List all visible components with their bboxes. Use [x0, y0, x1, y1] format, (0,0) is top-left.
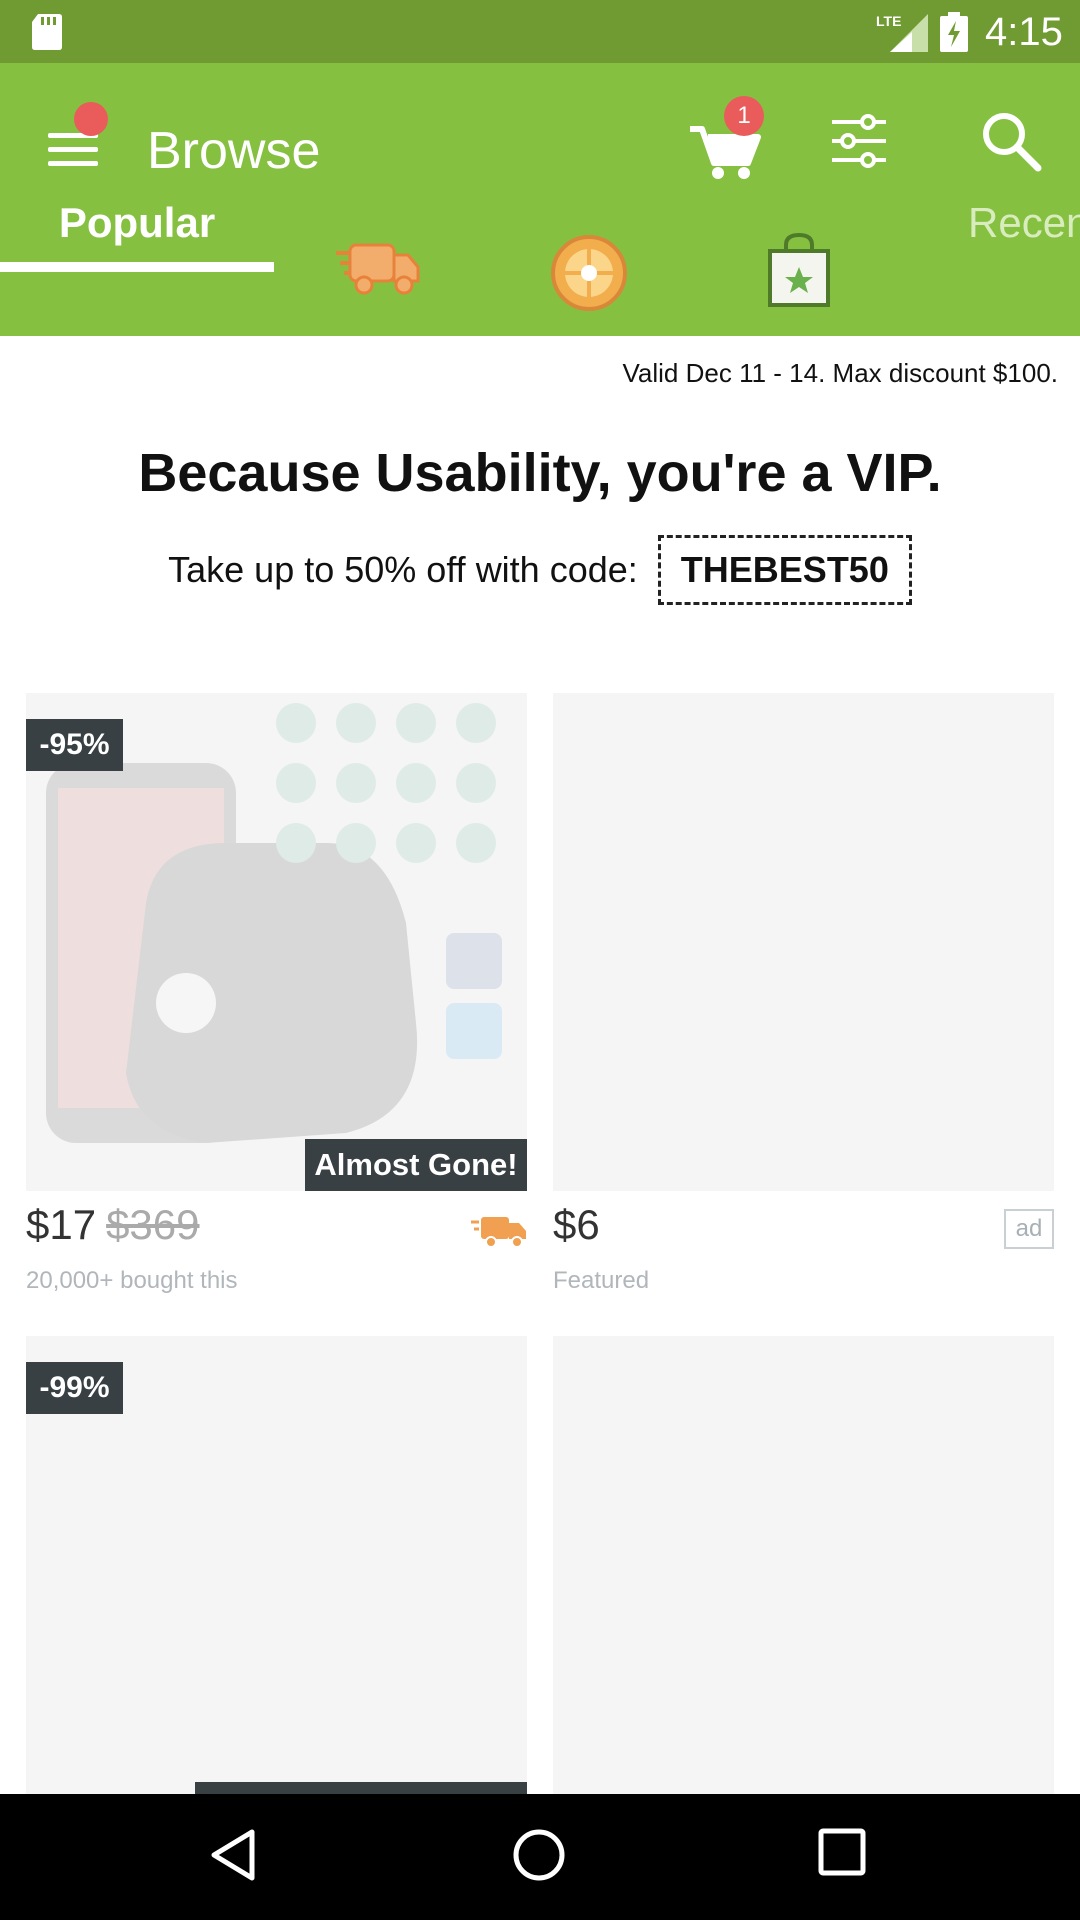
sd-card-icon — [32, 14, 62, 50]
price: $17 $369 — [26, 1201, 200, 1249]
filter-icon[interactable] — [826, 108, 892, 174]
search-icon[interactable] — [976, 106, 1046, 176]
ad-label: ad — [1004, 1209, 1054, 1249]
status-bar: LTE 4:15 — [0, 0, 1080, 63]
purchase-count: 20,000+ bought this — [26, 1267, 238, 1294]
promo-validity: Valid Dec 11 - 14. Max discount $100. — [622, 358, 1059, 388]
almost-gone-badge: Almost Gone! — [305, 1139, 527, 1191]
delivery-truck-icon[interactable] — [336, 233, 422, 303]
fast-shipping-truck-icon — [471, 1217, 526, 1248]
shopping-bag-star-icon[interactable] — [766, 233, 832, 309]
price-row: $6 ad — [553, 1193, 1054, 1259]
product-image[interactable] — [553, 693, 1054, 1191]
promo-code[interactable]: THEBEST50 — [657, 535, 912, 606]
featured-label: Featured — [553, 1267, 650, 1294]
clock: 4:15 — [985, 10, 1063, 54]
product-image[interactable]: -99% — [26, 1336, 527, 1794]
current-price: $17 — [26, 1201, 97, 1248]
price-row: $17 $369 — [26, 1193, 527, 1259]
svg-text:LTE: LTE — [876, 13, 901, 29]
original-price: $369 — [106, 1201, 200, 1248]
battery-charging-icon — [940, 12, 968, 52]
product-card[interactable]: -99% — [26, 1336, 527, 1794]
discount-badge: -99% — [26, 1362, 123, 1414]
prize-wheel-icon[interactable] — [549, 233, 629, 313]
tab-indicator — [0, 262, 274, 272]
cart-count-badge: 1 — [724, 96, 764, 136]
recents-icon[interactable] — [818, 1828, 866, 1876]
lte-signal-icon: LTE — [876, 13, 928, 52]
current-price: $6 — [553, 1201, 600, 1248]
promo-line: Take up to 50% off with code: THEBEST50 — [0, 533, 1080, 606]
back-icon[interactable] — [210, 1828, 256, 1882]
tab-recent[interactable]: Recen — [968, 173, 1080, 273]
product-image[interactable]: -95% Almost Gone! — [26, 693, 527, 1191]
navigation-bar — [0, 1794, 1080, 1920]
home-icon[interactable] — [512, 1828, 566, 1882]
discount-badge: -95% — [26, 719, 123, 771]
product-card[interactable]: -95% Almost Gone! $17 $369 20,000+ bought… — [26, 693, 527, 1313]
card-badge-partial — [195, 1782, 527, 1794]
tab-popular[interactable]: Popular — [0, 173, 274, 273]
product-image[interactable] — [553, 1336, 1054, 1794]
product-card[interactable]: $6 ad Featured — [553, 693, 1054, 1313]
notification-dot — [74, 102, 108, 136]
promo-title: Because Usability, you're a VIP. — [138, 443, 942, 503]
promo-text: Take up to 50% off with code: — [168, 549, 638, 591]
product-card[interactable] — [553, 1336, 1054, 1794]
